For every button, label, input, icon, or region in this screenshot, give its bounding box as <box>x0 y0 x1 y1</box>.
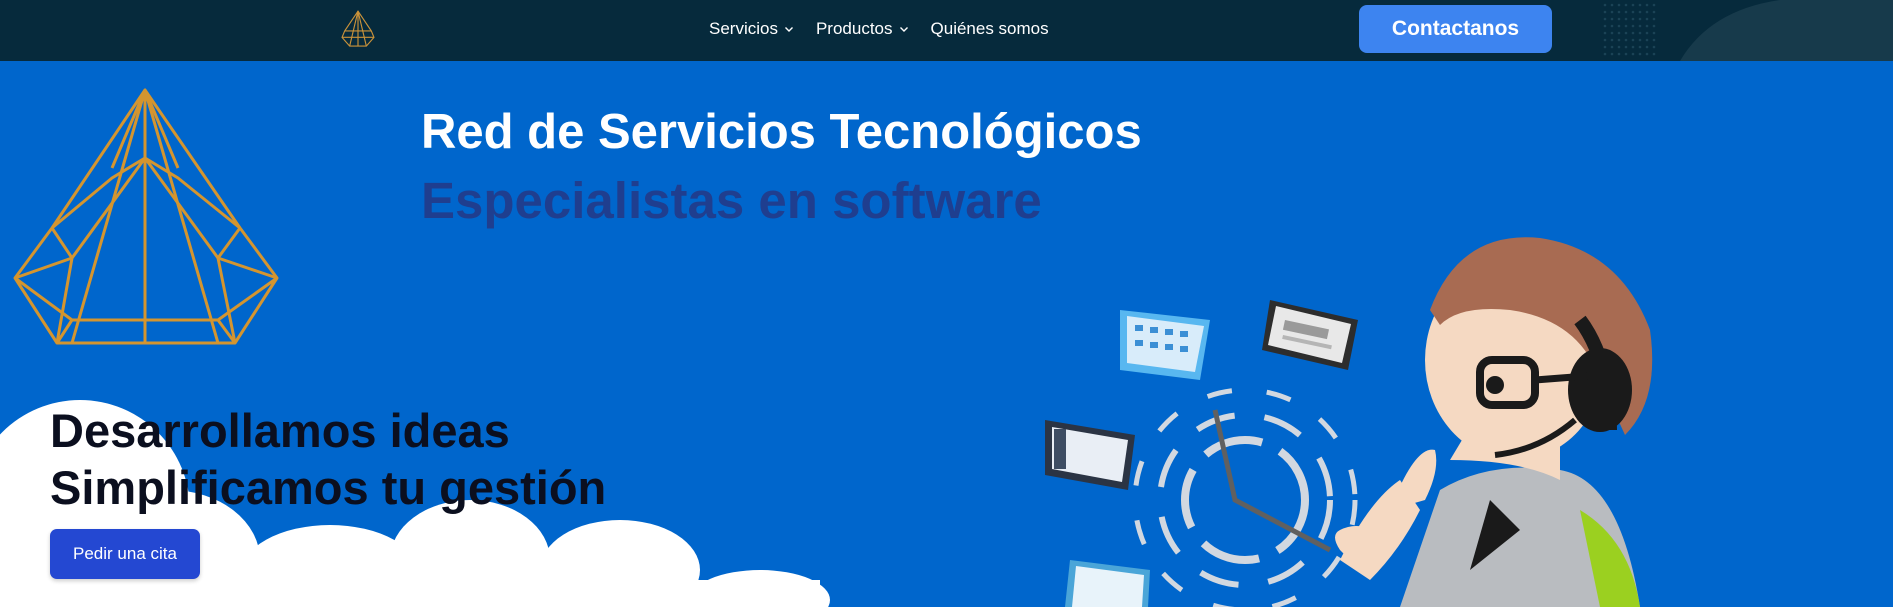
support-agent-illustration <box>1045 237 1653 607</box>
nav-item-quienes-somos[interactable]: Quiénes somos <box>931 19 1049 39</box>
tagline-line-1: Desarrollamos ideas <box>50 404 510 457</box>
floating-screen-icon <box>1045 420 1135 490</box>
chevron-down-icon <box>899 27 908 32</box>
nav-item-label: Productos <box>815 19 893 38</box>
nav-item-label: Quiénes somos <box>930 19 1049 38</box>
hero-title: Red de Servicios Tecnológicos <box>421 105 1142 159</box>
nav-item-label: Servicios <box>709 19 778 38</box>
nav-item-servicios[interactable]: Servicios <box>709 19 794 39</box>
top-navbar: Servicios Productos Quiénes somos Contac… <box>0 0 1893 61</box>
floating-screen-icon <box>1262 300 1358 370</box>
floating-screen-icon <box>1065 560 1150 607</box>
agent-character <box>1335 237 1653 607</box>
chevron-down-icon <box>784 27 793 32</box>
tagline-line-2: Simplificamos tu gestión <box>50 461 607 514</box>
diamond-logo-icon[interactable] <box>339 10 377 48</box>
book-appointment-button[interactable]: Pedir una cita <box>50 529 200 579</box>
diamond-logo-icon <box>13 88 279 345</box>
main-menu: Servicios Productos Quiénes somos <box>709 0 1049 58</box>
contact-button[interactable]: Contactanos <box>1359 5 1552 53</box>
nav-item-productos[interactable]: Productos <box>816 19 909 39</box>
decorative-pattern <box>1603 0 1893 61</box>
hologram-rings <box>1132 387 1358 607</box>
floating-screen-icon <box>1120 310 1210 380</box>
hero-tagline: Desarrollamos ideas Simplificamos tu ges… <box>50 402 606 516</box>
hero-subtitle: Especialistas en software <box>421 172 1042 229</box>
